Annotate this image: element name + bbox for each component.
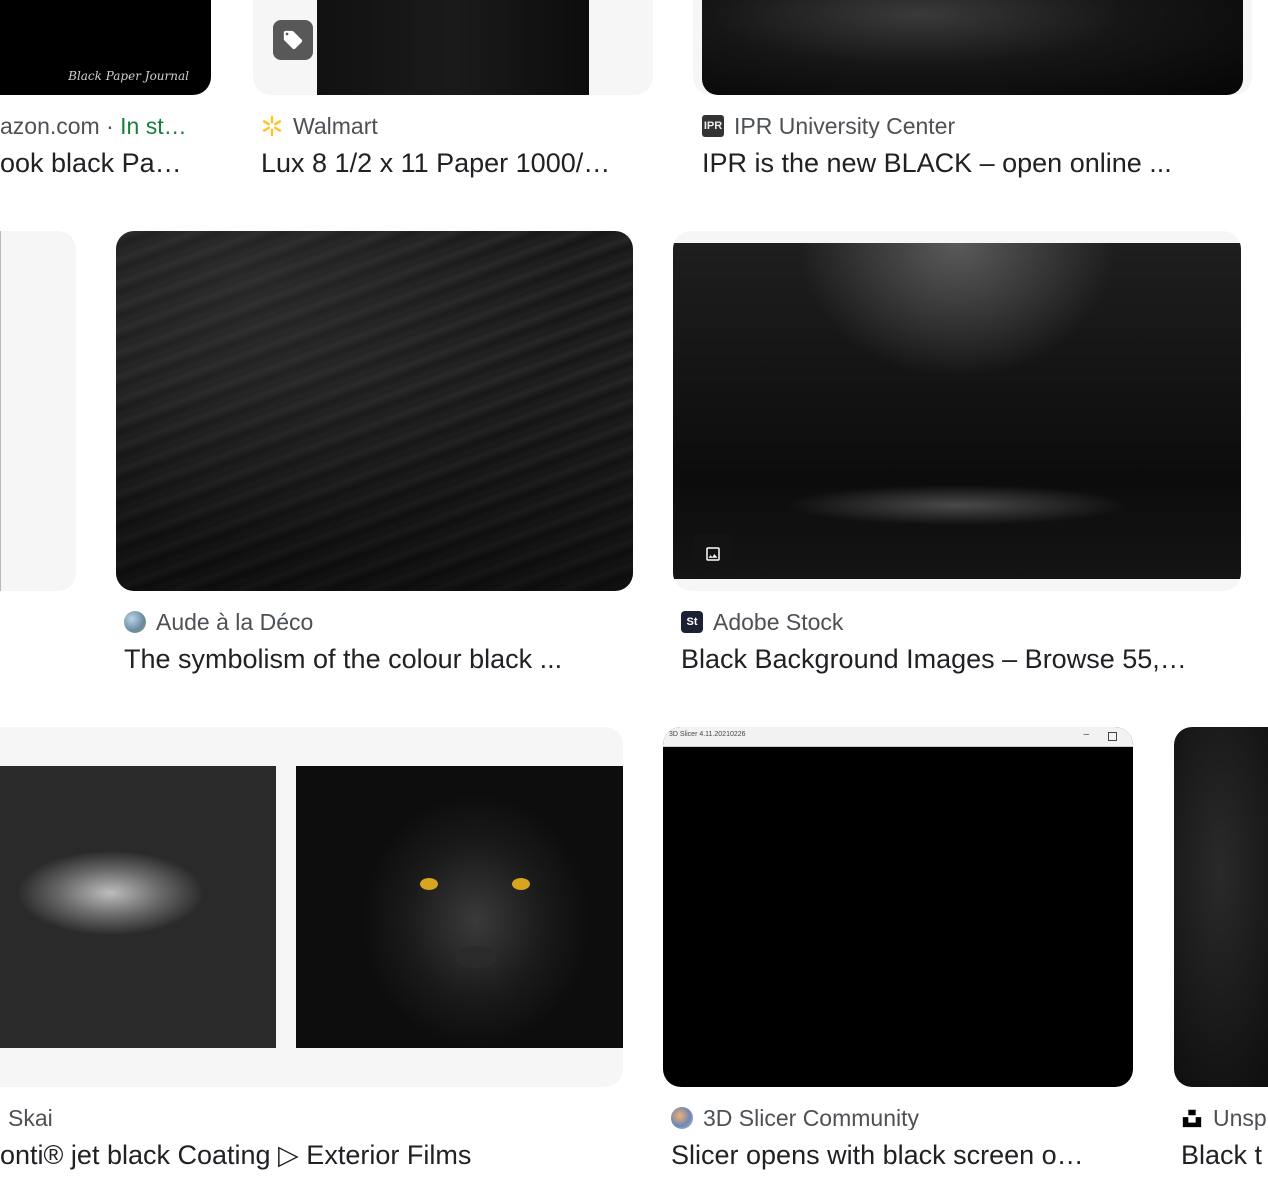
ipr-favicon-icon: IPR	[702, 115, 724, 137]
result-image-partial[interactable]	[0, 231, 76, 591]
maximize-icon	[1108, 732, 1117, 741]
unsplash-icon	[1181, 1107, 1203, 1129]
source-name: Adobe Stock	[713, 610, 844, 634]
result-title[interactable]: onti® jet black Coating ▷ Exterior Films	[0, 1140, 620, 1171]
result-image[interactable]	[0, 727, 623, 1087]
partial-image-edge	[0, 231, 1, 591]
result-image[interactable]	[116, 231, 633, 591]
result-source[interactable]: azon.com · In st…	[0, 114, 200, 138]
sand-texture	[116, 231, 633, 591]
result-image[interactable]	[673, 231, 1241, 591]
tag-icon	[273, 20, 313, 60]
adobe-stock-icon: St	[681, 611, 703, 633]
result-image[interactable]	[253, 0, 653, 95]
result-image[interactable]: 3D Slicer 4.11.20210226 –	[663, 727, 1133, 1087]
minimize-icon: –	[1083, 729, 1089, 740]
result-title[interactable]: IPR is the new BLACK – open online ...	[702, 148, 1242, 179]
result-image[interactable]	[693, 0, 1252, 95]
result-image[interactable]	[1174, 727, 1268, 1087]
paper-image	[317, 0, 589, 95]
result-source[interactable]: Walmart	[261, 114, 641, 138]
source-name: 3D Slicer Community	[703, 1106, 919, 1130]
window-title: 3D Slicer 4.11.20210226	[669, 731, 746, 738]
result-source[interactable]: Aude à la Déco	[124, 610, 624, 634]
result-title[interactable]: Lux 8 1/2 x 11 Paper 1000/…	[261, 148, 641, 179]
panther-image	[296, 766, 623, 1048]
panther-eye-right	[512, 878, 530, 890]
result-title[interactable]: Black Background Images – Browse 55,…	[681, 644, 1221, 675]
result-title[interactable]: ook black Pa…	[0, 148, 195, 179]
spotlight-background-image	[673, 243, 1241, 579]
app-titlebar: 3D Slicer 4.11.20210226 –	[663, 727, 1133, 747]
slicer-favicon-icon	[671, 1107, 693, 1129]
result-title[interactable]: Black t	[1181, 1140, 1268, 1171]
walmart-spark-icon	[261, 115, 283, 137]
separator: ·	[99, 114, 121, 138]
source-name: azon.com	[0, 114, 100, 138]
result-source[interactable]: 3D Slicer Community	[671, 1106, 1131, 1130]
wet-stone-image	[0, 766, 276, 1048]
globe-favicon-icon	[124, 611, 146, 633]
source-name: Walmart	[293, 114, 378, 138]
result-image[interactable]: Black Paper Journal	[0, 0, 211, 95]
source-name: Aude à la Déco	[156, 610, 314, 634]
image-icon	[693, 534, 733, 574]
source-name: Skai	[8, 1106, 53, 1130]
panther-nose	[456, 946, 496, 968]
result-source[interactable]: Unsp	[1181, 1106, 1268, 1130]
result-source[interactable]: IPR IPR University Center	[702, 114, 1242, 138]
result-source[interactable]: Skai	[8, 1106, 608, 1130]
stock-status: In st…	[120, 114, 187, 138]
source-name: Unsp	[1213, 1106, 1267, 1130]
result-title[interactable]: The symbolism of the colour black ...	[124, 644, 629, 675]
source-name: IPR University Center	[734, 114, 956, 138]
panther-eye-left	[420, 878, 438, 890]
result-source[interactable]: St Adobe Stock	[681, 610, 1241, 634]
black-fabric-image	[702, 0, 1243, 95]
result-title[interactable]: Slicer opens with black screen o…	[671, 1140, 1116, 1171]
image-caption: Black Paper Journal	[68, 69, 189, 83]
